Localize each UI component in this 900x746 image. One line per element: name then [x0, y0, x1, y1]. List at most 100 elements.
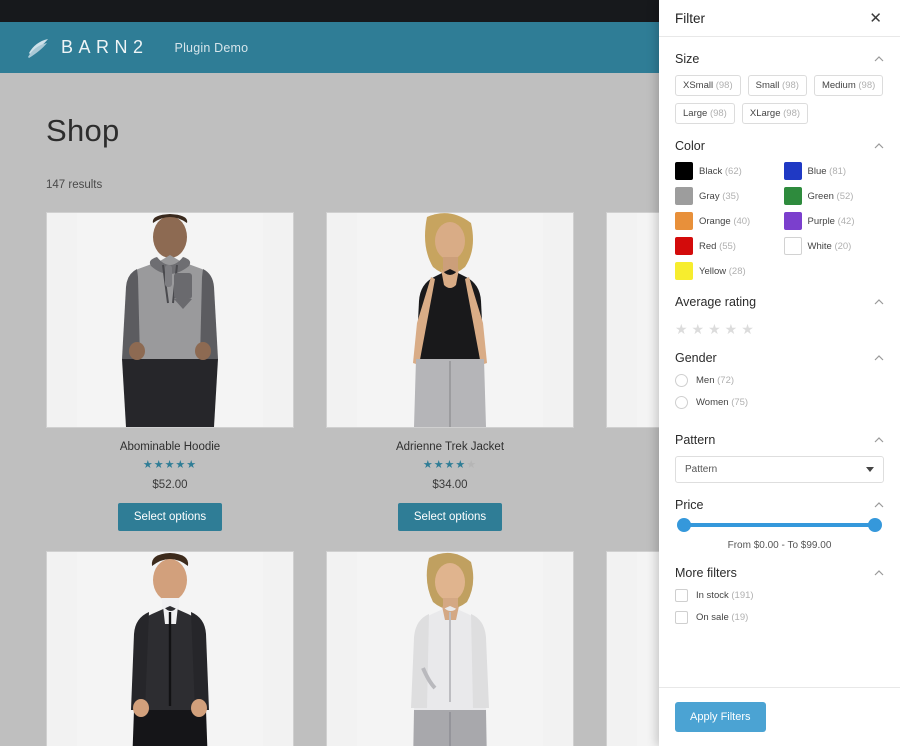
gender-section-title: Gender: [675, 351, 717, 365]
product-name: Adrienne Trek Jacket: [395, 441, 505, 453]
chevron-up-icon: [874, 437, 884, 443]
size-option-xsmall[interactable]: XSmall (98): [675, 75, 741, 96]
filter-section-rating: Average rating ★★★★★: [675, 280, 884, 336]
more-section-header[interactable]: More filters: [675, 566, 884, 580]
chevron-up-icon: [874, 570, 884, 576]
color-count: (40): [733, 215, 751, 227]
chevron-up-icon: [874, 355, 884, 361]
apply-filters-button[interactable]: Apply Filters: [675, 702, 766, 732]
gender-section-header[interactable]: Gender: [675, 351, 884, 365]
color-count: (35): [722, 190, 740, 202]
filter-panel-footer: Apply Filters: [659, 687, 900, 746]
color-count: (55): [719, 240, 736, 252]
filter-section-pattern: Pattern Pattern: [675, 418, 884, 483]
color-option-red[interactable]: Red (55): [675, 237, 776, 255]
size-label: XLarge: [749, 108, 781, 119]
price-slider-min-handle[interactable]: [677, 518, 691, 532]
pattern-options: Pattern: [675, 447, 884, 483]
more-count: (19): [731, 612, 749, 623]
size-count: (98): [715, 80, 733, 91]
color-options: Black (62) Blue (81) Gray (35) Green (52…: [675, 153, 884, 280]
product-image[interactable]: [46, 212, 294, 428]
chevron-up-icon: [874, 502, 884, 508]
price-slider[interactable]: [677, 518, 882, 532]
filter-section-price: Price From $0.00 - To $99.00: [675, 483, 884, 551]
more-option-on-sale[interactable]: On sale (19): [675, 611, 884, 624]
pattern-section-header[interactable]: Pattern: [675, 433, 884, 447]
color-swatch: [783, 212, 802, 230]
barn2-logo-icon: [28, 38, 48, 58]
color-label: Red: [699, 240, 717, 252]
color-swatch: [783, 162, 802, 180]
chevron-up-icon: [874, 299, 884, 305]
color-option-orange[interactable]: Orange (40): [675, 212, 776, 230]
page-root: BARN2 Plugin Demo Pricing Buy Shop 147 r…: [0, 0, 900, 746]
radio-icon: [675, 374, 688, 387]
product-rating: ★★★★★: [422, 459, 478, 471]
size-label: XSmall: [683, 80, 714, 91]
price-slider-max-handle[interactable]: [868, 518, 882, 532]
color-option-black[interactable]: Black (62): [675, 162, 776, 180]
product-card[interactable]: [326, 551, 574, 746]
product-card[interactable]: Abominable Hoodie ★★★★★ $52.00 Select op…: [46, 212, 294, 531]
color-option-purple[interactable]: Purple (42): [783, 212, 885, 230]
product-card[interactable]: [46, 551, 294, 746]
color-count: (52): [836, 190, 854, 202]
woman-black-tank-photo: [357, 213, 543, 427]
color-label: Black: [699, 165, 723, 177]
color-count: (28): [728, 265, 746, 277]
color-swatch: [783, 237, 802, 255]
more-option-in-stock[interactable]: In stock (191): [675, 589, 884, 602]
filter-panel-title: Filter: [675, 10, 705, 26]
gender-count: (75): [731, 397, 749, 408]
color-option-yellow[interactable]: Yellow (28): [675, 262, 776, 280]
size-option-large[interactable]: Large (98): [675, 103, 735, 124]
chevron-up-icon: [874, 56, 884, 62]
color-option-green[interactable]: Green (52): [783, 187, 885, 205]
size-option-xlarge[interactable]: XLarge (98): [741, 103, 809, 124]
size-section-header[interactable]: Size: [675, 52, 884, 66]
filter-panel-body: Size XSmall (98) Small (98) Medium (98) …: [659, 37, 900, 687]
radio-icon: [675, 396, 688, 409]
product-image[interactable]: [46, 551, 294, 746]
color-swatch: [675, 187, 693, 205]
select-options-button[interactable]: Select options: [117, 503, 223, 531]
filter-section-gender: Gender Men (72) Women (75): [675, 336, 884, 409]
color-option-gray[interactable]: Gray (35): [675, 187, 776, 205]
color-option-white[interactable]: White (20): [783, 237, 885, 255]
pattern-section-title: Pattern: [675, 433, 716, 447]
select-options-button[interactable]: Select options: [397, 503, 503, 531]
size-option-medium[interactable]: Medium (98): [813, 75, 884, 96]
color-option-blue[interactable]: Blue (81): [783, 162, 885, 180]
color-label: Yellow: [699, 265, 727, 277]
product-price: $52.00: [152, 479, 188, 491]
product-card[interactable]: Adrienne Trek Jacket ★★★★★ $34.00 Select…: [326, 212, 574, 531]
brand-logo[interactable]: BARN2: [26, 37, 149, 59]
size-option-small[interactable]: Small (98): [747, 75, 807, 96]
close-icon[interactable]: ✕: [867, 9, 884, 28]
gender-option-men[interactable]: Men (72): [675, 374, 884, 387]
filter-panel: Filter ✕ Size XSmall (98) Small (98) Med…: [659, 0, 900, 746]
more-label: On sale: [696, 612, 729, 623]
product-rating: ★★★★★: [142, 459, 198, 471]
product-image[interactable]: [326, 212, 574, 428]
gender-label: Women: [696, 397, 729, 408]
color-section-header[interactable]: Color: [675, 139, 884, 153]
rating-section-header[interactable]: Average rating: [675, 295, 884, 309]
size-label: Medium: [821, 80, 856, 91]
color-count: (81): [829, 165, 847, 177]
gender-option-women[interactable]: Women (75): [675, 396, 884, 409]
nav-plugin-demo[interactable]: Plugin Demo: [175, 41, 249, 55]
man-dark-jacket-photo: [77, 552, 263, 746]
pattern-select[interactable]: Pattern: [675, 456, 884, 483]
rating-section-title: Average rating: [675, 295, 757, 309]
rating-stars[interactable]: ★★★★★: [675, 318, 884, 336]
price-section-header[interactable]: Price: [675, 498, 884, 512]
chevron-down-icon: [866, 467, 874, 472]
product-image[interactable]: [326, 551, 574, 746]
brand-name: BARN2: [61, 37, 149, 57]
price-section-title: Price: [675, 498, 704, 512]
color-swatch: [675, 237, 693, 255]
color-count: (20): [834, 240, 852, 252]
color-label: Orange: [699, 215, 731, 227]
